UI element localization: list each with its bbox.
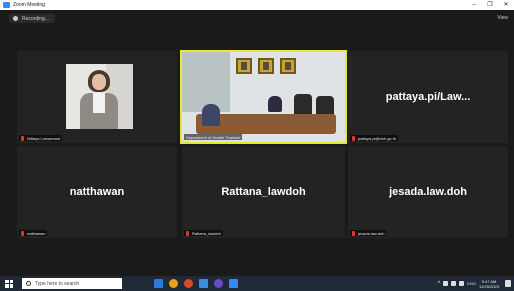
window-titlebar: Zoom Meeting – ❐ ✕ bbox=[0, 0, 514, 10]
participant-name-label: natthawan bbox=[19, 230, 48, 236]
system-tray: ^ ENG 9:47 AM 12/25/2023 bbox=[437, 279, 511, 289]
participant-display-name: pattaya.pi/Law... bbox=[385, 91, 471, 103]
participant-video bbox=[182, 52, 345, 142]
search-placeholder: Type here to search bbox=[35, 280, 80, 287]
participant-tile[interactable]: pattaya.pi/Law... pattaya.pi@doh.go.th bbox=[348, 51, 508, 143]
windows-start-icon[interactable] bbox=[5, 279, 13, 288]
taskbar-apps bbox=[154, 279, 238, 288]
window-title: Zoom Meeting bbox=[13, 2, 45, 8]
notification-icon[interactable] bbox=[505, 280, 511, 287]
meeting-area: Recording... View Nittaya Lonsamoot Depa… bbox=[0, 10, 514, 276]
mail-icon[interactable] bbox=[199, 279, 208, 288]
chrome-icon[interactable] bbox=[169, 279, 178, 288]
minimize-button[interactable]: – bbox=[466, 0, 482, 10]
participant-tile[interactable]: natthawan natthawan bbox=[17, 146, 177, 238]
search-icon bbox=[26, 281, 31, 286]
mic-muted-icon bbox=[352, 135, 355, 141]
tray-chevron-icon[interactable]: ^ bbox=[437, 281, 440, 287]
participant-name-label: Nittaya Lonsamoot bbox=[19, 135, 63, 141]
participant-display-name: Rattana_lawdoh bbox=[221, 186, 306, 198]
participant-tile[interactable]: Nittaya Lonsamoot bbox=[17, 51, 177, 143]
maximize-button[interactable]: ❐ bbox=[482, 0, 498, 10]
taskbar-search-box[interactable]: Type here to search bbox=[22, 278, 122, 289]
file-explorer-icon[interactable] bbox=[154, 279, 163, 288]
close-button[interactable]: ✕ bbox=[498, 0, 514, 10]
participant-tile[interactable]: jesada.law.doh jesada.law.doh bbox=[348, 146, 508, 238]
participant-name-label: jesada.law.doh bbox=[350, 230, 387, 236]
view-button[interactable]: View bbox=[497, 15, 508, 21]
participant-tile-active-speaker[interactable]: Department of Health Thailand bbox=[180, 50, 347, 144]
participant-name-label: pattaya.pi@doh.go.th bbox=[350, 135, 399, 141]
windows-taskbar: Type here to search ^ ENG 9:47 AM 12/25/… bbox=[0, 276, 514, 291]
mic-muted-icon bbox=[21, 135, 24, 141]
zoom-taskbar-icon[interactable] bbox=[229, 279, 238, 288]
participant-display-name: natthawan bbox=[69, 186, 125, 198]
recording-label: Recording... bbox=[22, 15, 49, 22]
mic-muted-icon bbox=[352, 230, 355, 236]
app-icon[interactable] bbox=[214, 279, 223, 288]
meeting-topbar: Recording... View bbox=[0, 10, 514, 26]
battery-icon[interactable] bbox=[451, 281, 457, 286]
mic-muted-icon bbox=[186, 230, 189, 236]
volume-icon[interactable] bbox=[459, 281, 465, 286]
clock-date: 12/25/2023 bbox=[478, 283, 499, 289]
participant-display-name: jesada.law.doh bbox=[389, 186, 467, 198]
mic-muted-icon bbox=[21, 230, 24, 236]
zoom-app-icon bbox=[3, 2, 10, 8]
recording-icon bbox=[13, 16, 18, 21]
participant-name-label: Rattana_lawdoh bbox=[184, 230, 223, 236]
language-indicator[interactable]: ENG bbox=[467, 281, 476, 286]
recording-indicator[interactable]: Recording... bbox=[9, 14, 55, 23]
participant-name-label: Department of Health Thailand bbox=[184, 134, 243, 140]
participant-video bbox=[66, 64, 133, 129]
participant-tile[interactable]: Rattana_lawdoh Rattana_lawdoh bbox=[182, 146, 345, 238]
window-controls: – ❐ ✕ bbox=[466, 0, 514, 10]
network-icon[interactable] bbox=[443, 281, 449, 286]
browser-icon[interactable] bbox=[184, 279, 193, 288]
taskbar-clock[interactable]: 9:47 AM 12/25/2023 bbox=[479, 279, 499, 289]
